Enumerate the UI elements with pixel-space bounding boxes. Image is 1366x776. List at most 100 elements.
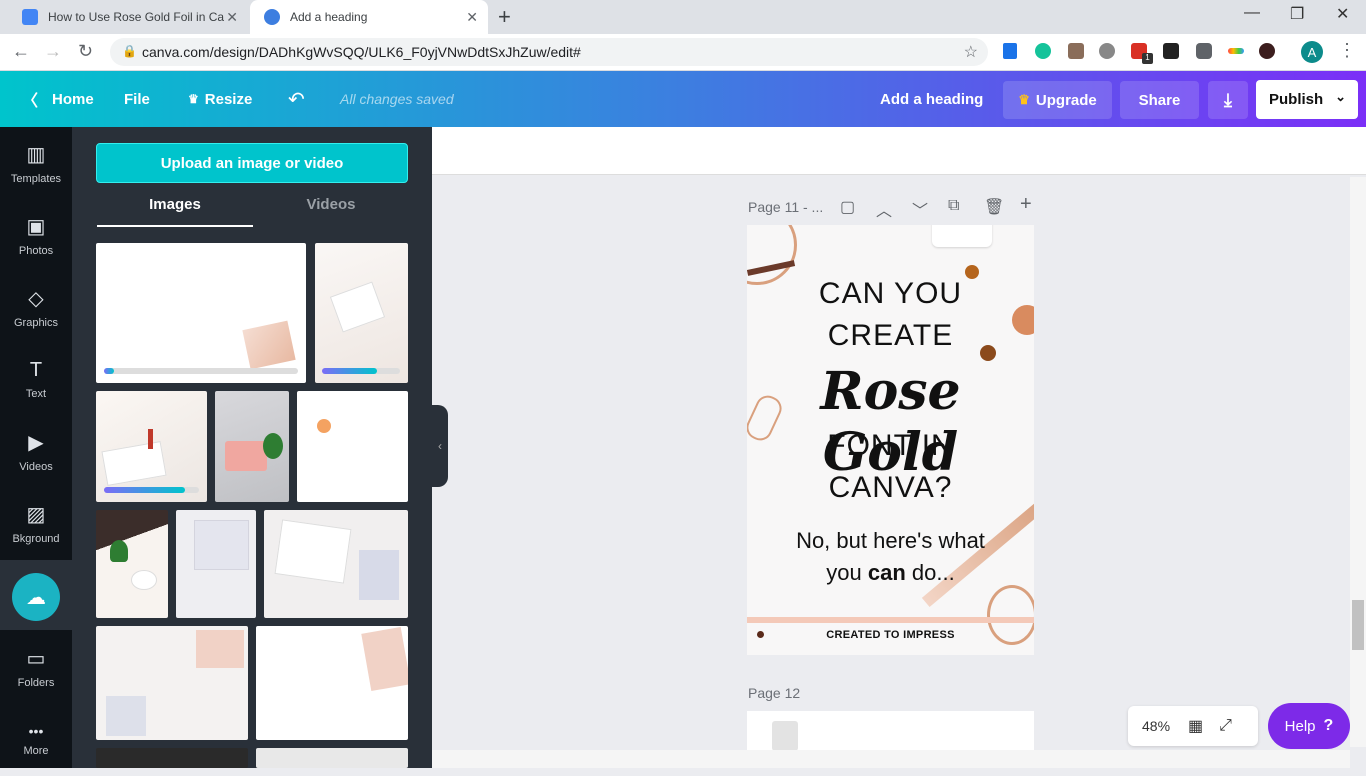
url-text: canva.com/design/DADhKgWvSQQ/ULK6_F0yjVN… (142, 44, 581, 60)
rail-label: Folders (17, 676, 55, 689)
extension-icon[interactable] (1228, 48, 1244, 54)
tab-videos[interactable]: Videos (253, 196, 409, 227)
upload-thumbnail[interactable] (297, 391, 408, 502)
scissors-decoration (932, 225, 992, 247)
tab-images[interactable]: Images (97, 196, 253, 227)
upload-thumbnail[interactable] (96, 748, 248, 768)
question-icon: ? (1323, 717, 1334, 734)
address-bar[interactable]: 🔒 canva.com/design/DADhKgWvSQQ/ULK6_F0yj… (110, 38, 988, 66)
move-down-icon[interactable]: ﹀ (912, 197, 928, 221)
design-page-12[interactable] (747, 711, 1034, 751)
close-tab-icon[interactable]: ✕ (226, 9, 238, 26)
upload-thumbnail[interactable] (96, 243, 306, 383)
download-icon[interactable]: ⤓ (1208, 81, 1248, 119)
horizontal-scrollbar[interactable] (432, 750, 1350, 768)
help-label: Help (1284, 717, 1316, 735)
rail-item-folders[interactable]: ▭ Folders (0, 631, 72, 703)
extension-icon[interactable] (1259, 43, 1275, 59)
upload-thumbnail[interactable] (215, 391, 289, 502)
upload-thumbnail[interactable] (256, 626, 408, 740)
file-menu-button[interactable]: File (124, 71, 150, 127)
home-button[interactable]: 〈 Home (22, 71, 94, 127)
upgrade-button[interactable]: ♛ Upgrade (1003, 81, 1112, 119)
design-subtitle: No, but here's what you can do... (747, 525, 1034, 589)
upload-progress-bar (104, 487, 199, 493)
upload-progress-fill (104, 368, 114, 374)
upload-thumbnail[interactable] (96, 626, 248, 740)
upload-progress-bar (104, 368, 298, 374)
design-footer-text: CREATED TO IMPRESS (826, 629, 955, 641)
back-icon[interactable]: ← (12, 41, 30, 62)
uploads-cloud-icon[interactable]: ☁ (12, 573, 60, 621)
browser-tab-active[interactable]: Add a heading ✕ (250, 0, 488, 34)
extension-badge: 1 (1142, 53, 1153, 64)
rail-item-videos[interactable]: ▶ Videos (0, 415, 72, 487)
footer-stripe (747, 617, 1034, 623)
upload-thumbnail[interactable] (264, 510, 408, 618)
grammarly-icon[interactable] (1035, 43, 1051, 59)
rail-item-more[interactable]: ••• More (0, 704, 72, 776)
rail-item-graphics[interactable]: ◇ Graphics (0, 271, 72, 343)
rail-item-photos[interactable]: ▣ Photos (0, 199, 72, 271)
close-window-icon[interactable]: ✕ (1336, 4, 1349, 24)
rail-label: Bkground (12, 532, 60, 545)
new-tab-icon[interactable]: + (498, 4, 511, 30)
upload-thumbnail[interactable] (256, 748, 408, 768)
publish-label: Publish (1269, 91, 1324, 108)
upload-thumbnail[interactable] (96, 391, 207, 502)
move-up-icon[interactable]: ︿ (876, 197, 892, 221)
rail-label: Text (25, 387, 47, 400)
forward-icon[interactable]: → (44, 41, 62, 62)
save-status: All changes saved (340, 91, 454, 107)
bookmark-star-icon[interactable]: ☆ (964, 42, 978, 62)
tab-title: How to Use Rose Gold Foil in Can (48, 10, 224, 24)
rail-label: Templates (10, 172, 62, 185)
help-button[interactable]: Help ? (1268, 703, 1350, 749)
publish-button[interactable]: Publish ⌄ (1256, 80, 1358, 119)
add-page-icon[interactable]: + (1020, 193, 1032, 216)
lock-icon: 🔒 (122, 44, 137, 58)
notes-icon[interactable]: ▢ (840, 197, 855, 217)
pocket-icon[interactable] (1196, 43, 1212, 59)
extension-icon[interactable] (1099, 43, 1115, 59)
profile-avatar[interactable]: A (1301, 41, 1323, 63)
upload-media-button[interactable]: Upload an image or video (96, 143, 408, 183)
grid-view-icon[interactable]: ▦ (1188, 716, 1203, 736)
collapse-panel-icon[interactable]: ‹ (432, 405, 448, 487)
page-11-label[interactable]: Page 11 - ... (748, 199, 823, 215)
resize-button[interactable]: ♛ Resize (188, 71, 252, 127)
upload-thumbnail[interactable] (96, 510, 168, 618)
design-line-can-you: CAN YOU (818, 277, 963, 310)
close-tab-icon[interactable]: ✕ (466, 9, 478, 26)
upload-thumbnail[interactable] (315, 243, 408, 383)
share-button[interactable]: Share (1120, 81, 1199, 119)
upload-thumbnail[interactable] (176, 510, 256, 618)
zoom-controls: 48% ▦ ⤢ (1128, 706, 1258, 746)
reload-icon[interactable]: ↻ (78, 41, 93, 62)
undo-icon[interactable]: ↶ (288, 71, 305, 127)
rail-label: Photos (18, 244, 54, 257)
extension-icon[interactable] (1068, 43, 1084, 59)
restore-icon[interactable]: ❐ (1290, 4, 1304, 24)
vertical-scrollbar[interactable] (1350, 177, 1366, 747)
vertical-scroll-thumb[interactable] (1352, 600, 1364, 650)
page-12-label[interactable]: Page 12 (748, 685, 800, 701)
rail-item-text[interactable]: T Text (0, 343, 72, 415)
minimize-icon[interactable]: — (1244, 4, 1260, 22)
design-title[interactable]: Add a heading (880, 71, 983, 127)
duplicate-page-icon[interactable]: ⧉ (948, 197, 959, 215)
crown-icon: ♛ (1018, 92, 1030, 107)
rail-label: Videos (19, 460, 53, 473)
rail-label: Graphics (13, 316, 59, 329)
zoom-level[interactable]: 48% (1142, 718, 1170, 734)
extension-icon[interactable] (1003, 43, 1017, 59)
delete-page-icon[interactable]: 🗑 (984, 197, 1004, 217)
rail-item-templates[interactable]: ▥ Templates (0, 127, 72, 199)
browser-menu-icon[interactable]: ⋮ (1338, 40, 1356, 61)
rail-item-background[interactable]: ▨ Bkground (0, 487, 72, 559)
upgrade-label: Upgrade (1035, 91, 1097, 109)
browser-tab[interactable]: How to Use Rose Gold Foil in Can ✕ (8, 0, 248, 34)
design-page[interactable]: CAN YOU CREATE Rose Gold FONT IN CANVA? … (747, 225, 1034, 655)
extension-icon[interactable] (1163, 43, 1179, 59)
fullscreen-icon[interactable]: ⤢ (1219, 717, 1232, 735)
